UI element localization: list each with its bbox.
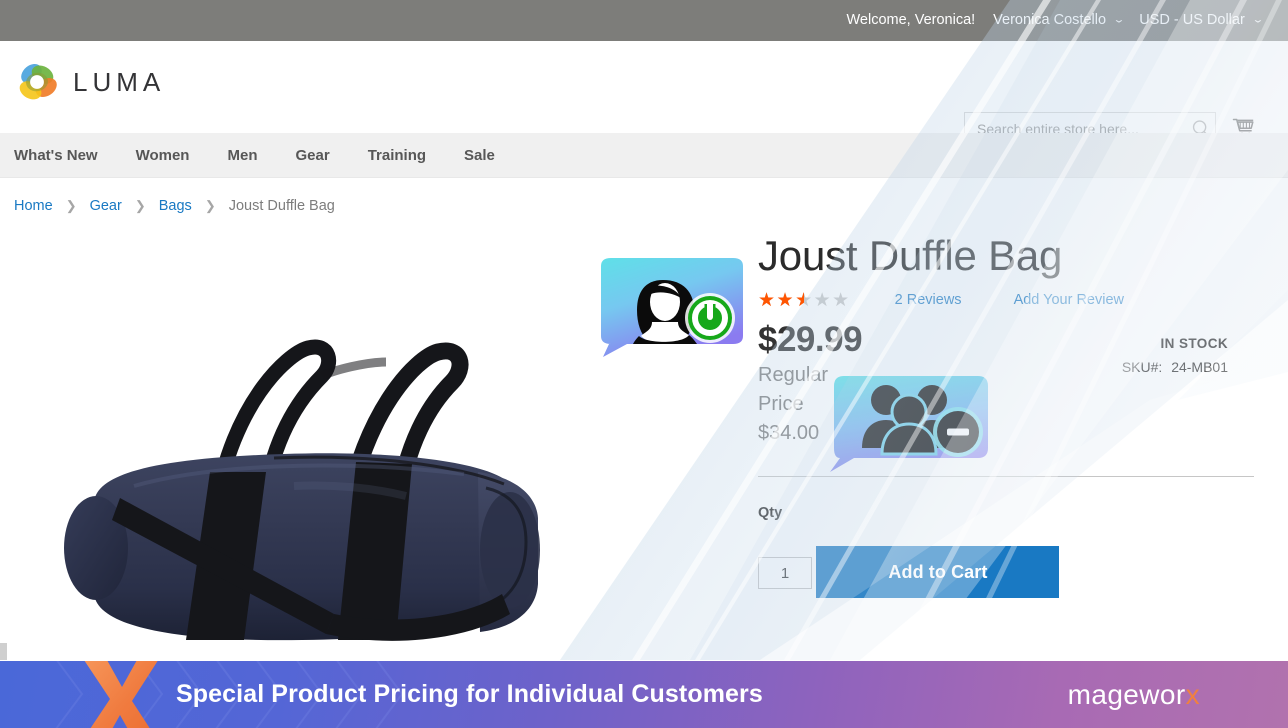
- customer-group-enabled-icon[interactable]: [595, 258, 750, 358]
- nav-item-whats-new[interactable]: What's New: [0, 133, 117, 178]
- welcome-message: Welcome, Veronica!: [846, 12, 976, 28]
- top-utility-links: Welcome, Veronica! Veronica Costello ⌄ U…: [846, 0, 1278, 41]
- banner-headline: Special Product Pricing for Individual C…: [176, 680, 763, 708]
- main-navigation: What's New Women Men Gear Training Sale: [0, 133, 1288, 178]
- sku-value: 24-MB01: [1171, 359, 1228, 375]
- breadcrumb-item-gear[interactable]: Gear: [90, 198, 122, 214]
- nav-item-men[interactable]: Men: [208, 133, 276, 178]
- chevron-down-icon-account[interactable]: ⌄: [1107, 14, 1144, 25]
- page-title: Joust Duffle Bag: [758, 232, 1063, 279]
- site-header: LUMA: [0, 41, 1288, 145]
- nav-item-sale[interactable]: Sale: [445, 133, 514, 178]
- qty-input[interactable]: [758, 557, 812, 590]
- rating-stars-filled: ★★★★★: [758, 289, 804, 312]
- site-logo[interactable]: LUMA: [14, 59, 165, 105]
- luma-flower-icon: [19, 63, 57, 100]
- qty-label: Qty: [758, 505, 783, 522]
- promotional-banner[interactable]: Special Product Pricing for Individual C…: [0, 661, 1288, 728]
- breadcrumb-item-home[interactable]: Home: [14, 198, 53, 214]
- add-to-cart-button[interactable]: Add to Cart: [816, 546, 1060, 599]
- product-sku: SKU#: 24-MB01: [1008, 359, 1228, 375]
- nav-item-gear[interactable]: Gear: [276, 133, 348, 178]
- breadcrumb: Home ❯ Gear ❯ Bags ❯ Joust Duffle Bag: [14, 198, 335, 214]
- info-divider: [758, 476, 1254, 478]
- breadcrumb-separator-icon-2: ❯: [134, 198, 146, 213]
- chevron-down-icon-currency[interactable]: ⌄: [1246, 14, 1283, 25]
- logo-wordmark: LUMA: [73, 66, 166, 97]
- status-badge-availability: IN STOCK: [1160, 336, 1228, 351]
- rating-stars[interactable]: ★★★★★ ★★★★★: [758, 289, 851, 311]
- gallery-scroll-handle[interactable]: [0, 643, 7, 660]
- nav-item-women[interactable]: Women: [117, 133, 209, 178]
- sku-label: SKU#:: [1121, 359, 1163, 375]
- nav-item-training[interactable]: Training: [349, 133, 445, 178]
- stock-and-sku: IN STOCK SKU#: 24-MB01: [1008, 336, 1228, 375]
- breadcrumb-separator-icon-1: ❯: [65, 198, 77, 213]
- breadcrumb-item-bags[interactable]: Bags: [159, 198, 192, 214]
- top-utility-bar: Welcome, Veronica! Veronica Costello ⌄ U…: [0, 0, 1288, 41]
- currency-switcher-link[interactable]: USD - US Dollar: [1139, 0, 1251, 41]
- mageworx-x-logo-icon: [84, 661, 158, 728]
- product-main-image[interactable]: [34, 236, 654, 656]
- product-detail-page: Welcome, Veronica! Veronica Costello ⌄ U…: [0, 0, 1288, 728]
- reviews-count-link[interactable]: 2 Reviews: [895, 292, 962, 308]
- add-review-link[interactable]: Add Your Review: [1014, 292, 1124, 308]
- account-menu-link[interactable]: Veronica Costello: [993, 0, 1112, 41]
- product-rating-summary: ★★★★★ ★★★★★ 2 Reviews Add Your Review: [758, 289, 1258, 311]
- breadcrumb-item-current: Joust Duffle Bag: [228, 198, 335, 214]
- banner-brand-logo: mageworx: [1068, 661, 1200, 728]
- breadcrumb-separator-icon-3: ❯: [204, 198, 216, 213]
- banner-brand-name: magewor: [1067, 679, 1186, 710]
- customer-group-excluded-icon[interactable]: [828, 374, 990, 474]
- banner-brand-accent: x: [1185, 679, 1200, 710]
